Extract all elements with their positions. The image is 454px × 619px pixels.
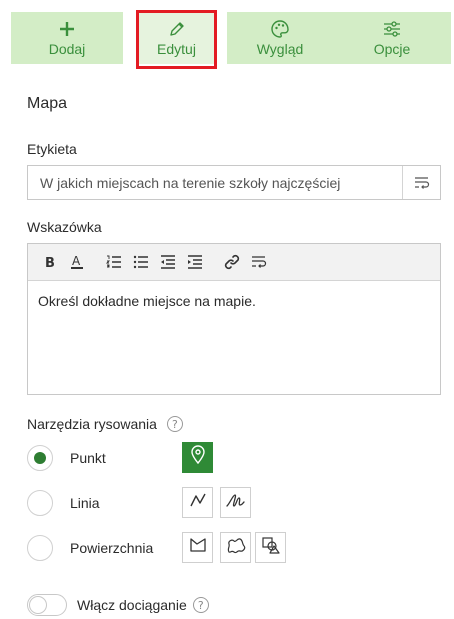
radio-area-button[interactable] (27, 535, 53, 561)
map-pin-icon (190, 445, 206, 470)
section-title: Mapa (27, 95, 68, 112)
bold-icon[interactable]: B (38, 250, 61, 274)
snapping-label: Włącz dociąganie (77, 597, 187, 613)
shapes-tool-button[interactable] (255, 532, 286, 563)
palette-icon (270, 19, 290, 39)
radio-line[interactable]: Linia (27, 488, 100, 518)
radio-point[interactable]: Punkt (27, 443, 106, 473)
edit-label: Edytuj (157, 41, 196, 57)
toolbar: Dodaj Edytuj Wygląd Opcje (11, 10, 451, 69)
text-wrap-icon[interactable] (402, 166, 440, 199)
freehand-polygon-tool-button[interactable] (220, 532, 251, 563)
label-field-label: Etykieta (27, 141, 77, 157)
radio-line-button[interactable] (27, 490, 53, 516)
link-icon[interactable] (220, 250, 243, 274)
radio-line-label: Linia (70, 495, 100, 511)
hint-editor: B A Określ dokładne miejsce na mapie. (27, 243, 441, 395)
radio-point-label: Punkt (70, 450, 106, 466)
add-label: Dodaj (48, 41, 86, 57)
help-icon[interactable]: ? (192, 597, 209, 613)
svg-text:B: B (45, 256, 55, 269)
outdent-icon[interactable] (156, 250, 179, 274)
label-input-value[interactable]: W jakich miejscach na terenie szkoły naj… (28, 175, 402, 191)
polyline-tool-button[interactable] (182, 487, 213, 518)
help-icon[interactable]: ? (166, 416, 183, 432)
label-input[interactable]: W jakich miejscach na terenie szkoły naj… (27, 165, 441, 200)
freehand-line-tool-button[interactable] (220, 487, 251, 518)
freehand-polygon-icon (226, 536, 246, 559)
hint-field-label: Wskazówka (27, 219, 102, 235)
point-tool-button[interactable] (182, 442, 213, 473)
hint-editor-body[interactable]: Określ dokładne miejsce na mapie. (28, 281, 440, 321)
edit-button[interactable]: Edytuj (138, 12, 215, 64)
drawing-tools-label: Narzędzia rysowania (27, 416, 157, 432)
editor-toolbar: B A (28, 244, 440, 281)
options-button[interactable]: Opcje (333, 12, 451, 64)
drawing-tools-label-row: Narzędzia rysowania ? (27, 416, 183, 432)
add-button[interactable]: Dodaj (11, 12, 123, 64)
plus-icon (58, 19, 76, 39)
indent-icon[interactable] (183, 250, 206, 274)
freehand-line-icon (225, 492, 246, 513)
look-button[interactable]: Wygląd (227, 12, 333, 64)
radio-area-label: Powierzchnia (70, 540, 154, 556)
polygon-icon (189, 537, 207, 558)
options-label: Opcje (373, 41, 411, 57)
polygon-tool-button[interactable] (182, 532, 213, 563)
radio-area[interactable]: Powierzchnia (27, 533, 153, 563)
font-color-icon[interactable]: A (65, 250, 88, 274)
bullet-list-icon[interactable] (129, 250, 152, 274)
ordered-list-icon[interactable] (102, 250, 125, 274)
svg-text:A: A (72, 254, 81, 268)
radio-point-button[interactable] (27, 445, 53, 471)
sliders-icon (382, 19, 402, 39)
look-label: Wygląd (256, 41, 304, 57)
snapping-row: Włącz dociąganie ? (27, 594, 209, 616)
text-wrap-icon[interactable] (247, 250, 270, 274)
snapping-toggle[interactable] (27, 594, 67, 616)
pencil-icon (168, 19, 186, 39)
polyline-icon (189, 492, 207, 513)
shapes-icon (261, 536, 281, 559)
